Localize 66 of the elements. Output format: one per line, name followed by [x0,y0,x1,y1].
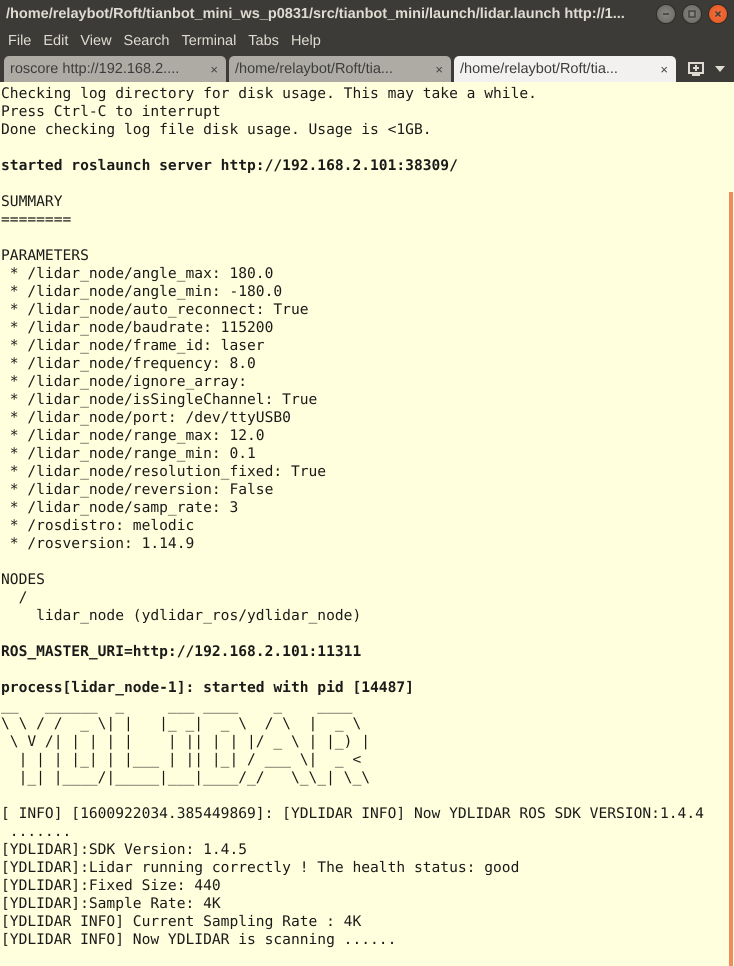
terminal-line: [YDLIDAR]:Sample Rate: 4K [1,895,222,913]
terminal-line: * /lidar_node/samp_rate: 3 [8,499,240,517]
new-tab-icon[interactable] [687,61,705,77]
terminal-line: ROS_MASTER_URI=http://192.168.2.101:11311 [1,643,362,661]
terminal-line: * /lidar_node/frequency: 8.0 [8,355,257,373]
close-icon [713,9,723,19]
terminal-line: [YDLIDAR INFO] Current Sampling Rate : 4K [1,913,362,931]
terminal-line: * /lidar_node/port: /dev/ttyUSB0 [8,409,292,427]
tab-close-button[interactable]: × [435,62,443,76]
terminal-line: Done checking log file disk usage. Usage is <1GB. [1,121,433,139]
terminal-tab[interactable]: roscore http://192.168.2.... × [4,56,226,82]
tab-close-button[interactable]: × [210,62,218,76]
menu-item[interactable]: Terminal [176,33,242,49]
terminal-line: [YDLIDAR]:Fixed Size: 440 [1,877,222,895]
terminal-line: PARAMETERS [1,247,90,265]
ascii-art-line: \ \ / / _ \| | |_ _| _ \ / \ | _ \ [1,715,362,733]
terminal-line: * /lidar_node/angle_min: -180.0 [8,283,284,301]
ascii-art-line: __ ______ _ ___ ____ _ ____ [1,697,354,715]
terminal-line: ....... [8,823,72,841]
window-title: /home/relaybot/Roft/tianbot_mini_ws_p0831/src/tianbot_mini/launch/lidar.launch http://1... [6,6,626,22]
terminal-line: [ INFO] [1600922034.385449869]: [YDLIDAR INFO] Now YDLIDAR ROS SDK VERSION:1.4.4 [1,805,705,823]
terminal-line: * /lidar_node/isSingleChannel: True [8,391,318,409]
terminal-line: * /rosdistro: melodic [8,517,196,535]
terminal-line: [YDLIDAR]:SDK Version: 1.4.5 [1,841,248,859]
terminal-line: * /lidar_node/resolution_fixed: True [8,463,328,481]
tab-label: /home/relaybot/Roft/tia... [235,61,394,77]
dropdown-caret-icon[interactable] [715,66,725,72]
terminal-line: * /lidar_node/baudrate: 115200 [8,319,274,337]
minimize-button[interactable] [656,4,676,24]
terminal-line: * /lidar_node/range_max: 12.0 [8,427,266,445]
terminal-line: * /lidar_node/reversion: False [8,481,274,499]
tab-label: roscore http://192.168.2.... [10,61,180,77]
terminal-line: started roslaunch server http://192.168.2.101:38309/ [1,157,459,175]
terminal-line: * /lidar_node/range_min: 0.1 [8,445,257,463]
menu-item[interactable]: Edit [37,33,74,49]
ascii-art-line: | | | |_| | |___ | || |_| / ___ \| _ < [18,751,362,769]
menu-item[interactable]: Help [284,33,327,49]
terminal-line: * /lidar_node/ignore_array: [8,373,248,391]
terminal-line: Checking log directory for disk usage. This may take a while. [1,85,538,103]
tab-close-button[interactable]: × [660,62,668,76]
menu-item[interactable]: Search [118,33,176,49]
terminal-line: * /lidar_node/frame_id: laser [8,337,266,355]
terminal-line: * /lidar_node/angle_max: 180.0 [8,265,274,283]
tab-label: /home/relaybot/Roft/tia... [460,61,619,77]
ascii-art-line: |_| |____/|_____|___|____/_/ \_\_| \_\ [18,769,372,787]
terminal-line: Press Ctrl-C to interrupt [1,103,222,121]
maximize-icon [687,9,697,19]
menu-item[interactable]: File [2,33,38,49]
close-button[interactable] [708,4,728,24]
terminal-line: lidar_node (ydlidar_ros/ydlidar_node) [35,607,362,625]
terminal-line: [YDLIDAR]:Lidar running correctly ! The health status: good [1,859,520,877]
terminal-line: SUMMARY [1,193,64,211]
terminal-line: * /lidar_node/auto_reconnect: True [8,301,310,319]
terminal-tab[interactable]: /home/relaybot/Roft/tia... × [454,56,676,82]
terminal-line: [YDLIDAR INFO] Now YDLIDAR is scanning ...... [1,931,398,949]
menu-item[interactable]: View [74,33,118,49]
terminal-line: process[lidar_node-1]: started with pid [14487] [1,679,415,697]
terminal-line: * /rosversion: 1.14.9 [8,535,196,553]
maximize-button[interactable] [682,4,702,24]
terminal-line: / [18,589,28,607]
terminal-line: ======== [1,211,72,229]
scrollbar-thumb[interactable] [729,192,733,966]
ascii-art-line: \ V /| | | | | | || | | |/ _ \ | |_) | [8,733,372,751]
terminal-line: NODES [1,571,46,589]
terminal-tab[interactable]: /home/relaybot/Roft/tia... × [229,56,451,82]
menu-item[interactable]: Tabs [242,33,285,49]
